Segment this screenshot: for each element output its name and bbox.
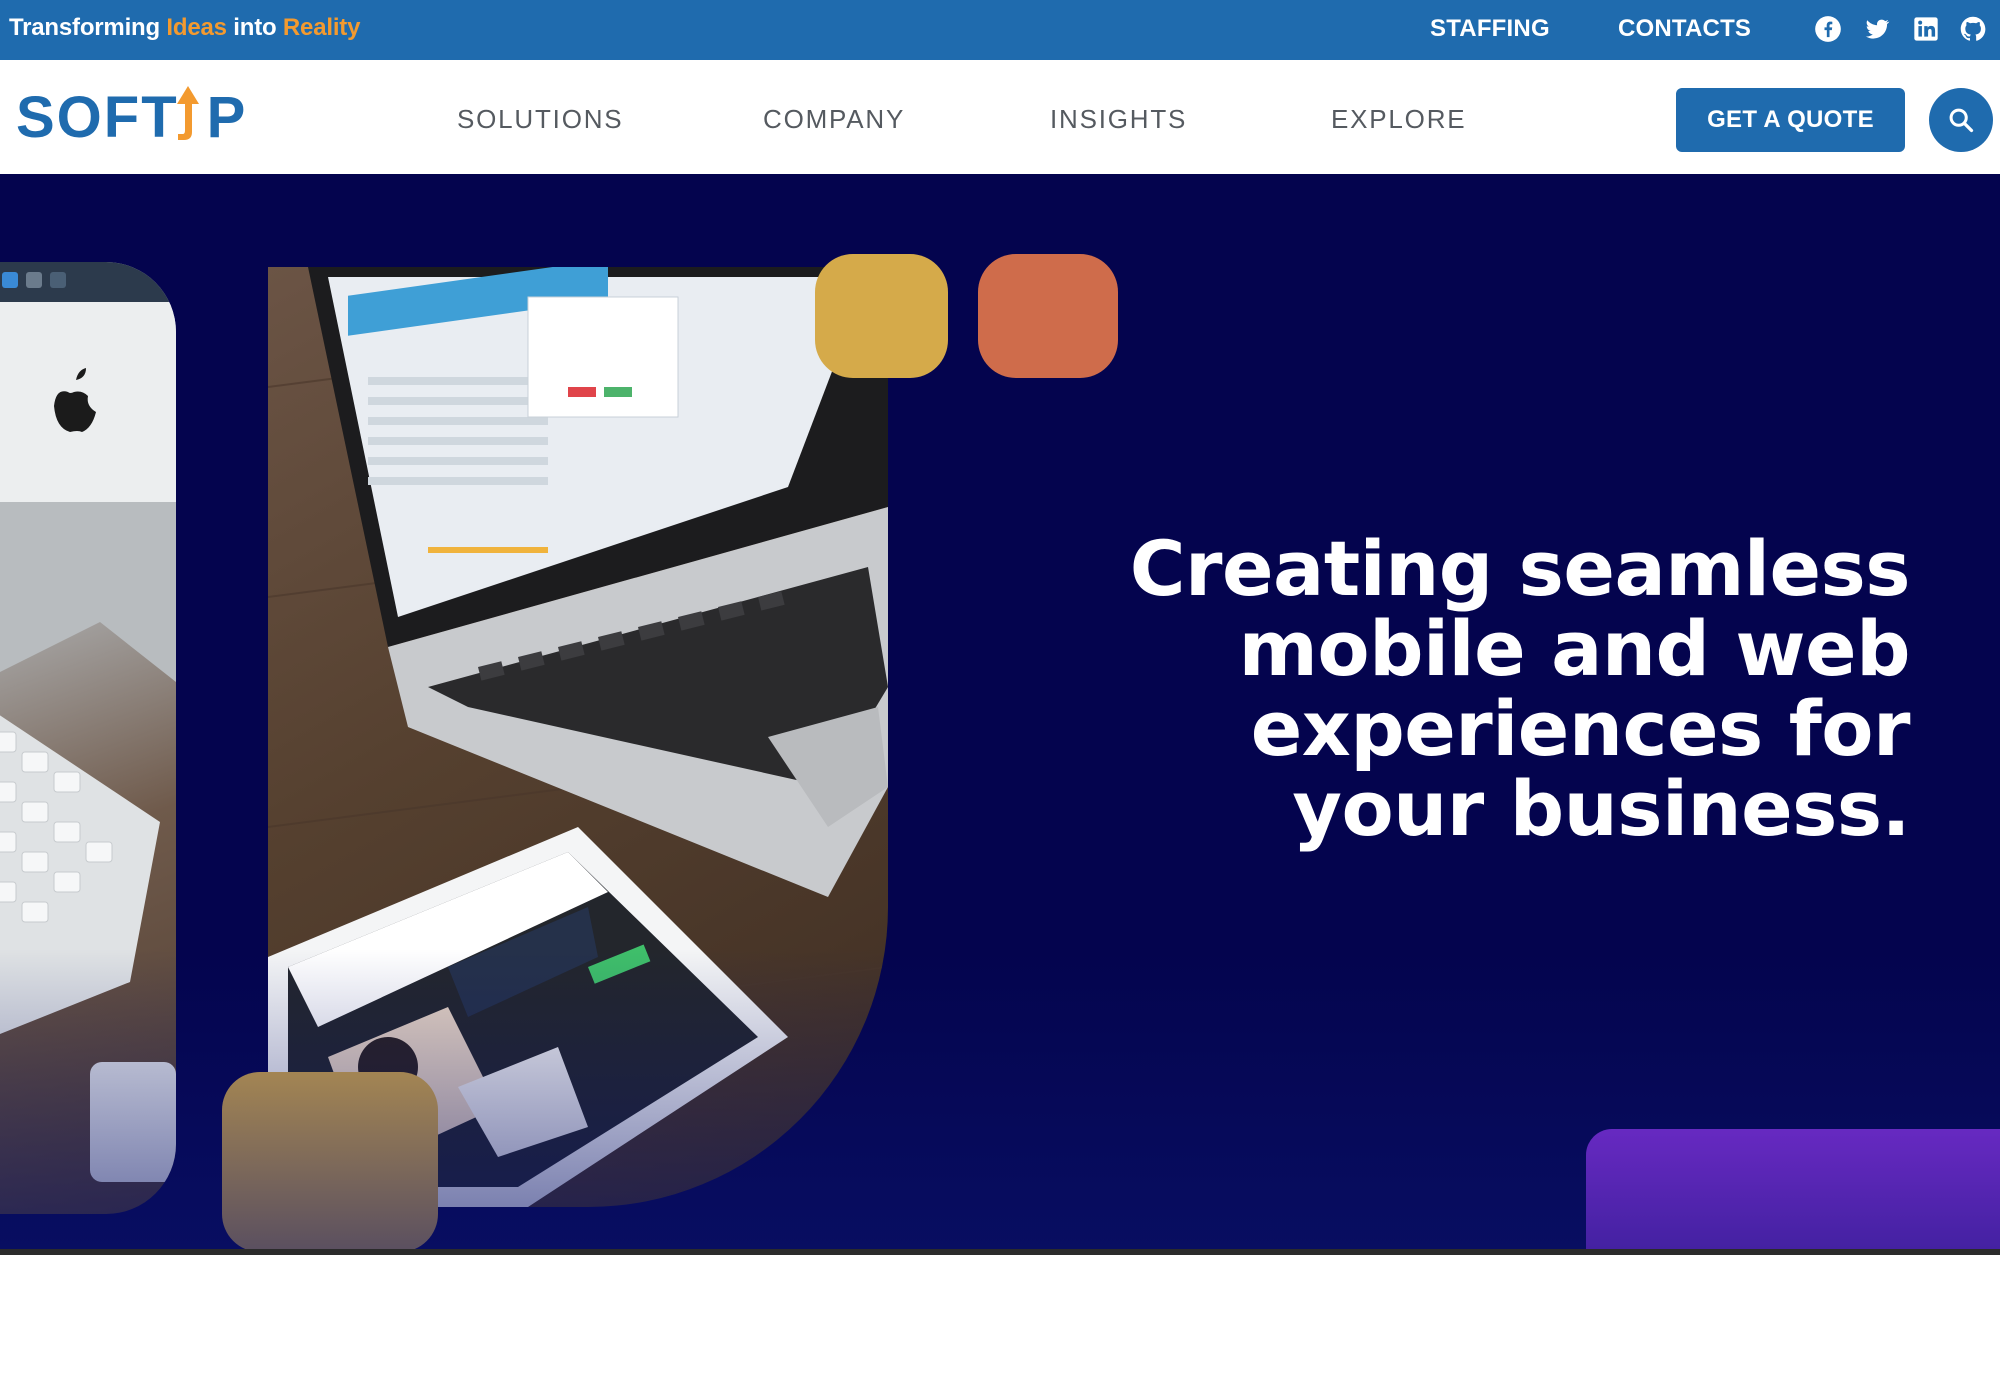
logo-wordmark: SOFT P: [16, 85, 248, 150]
main-header: SOFT P SOLUTIONS COMPANY INSIGHTS EXPLORE…: [0, 60, 2000, 174]
facebook-icon[interactable]: [1814, 15, 1842, 43]
search-icon: [1949, 108, 1974, 133]
decorative-shape-gold-bottom: [222, 1072, 438, 1249]
nav-solutions[interactable]: SOLUTIONS: [457, 104, 623, 135]
tagline-highlight-ideas: Ideas: [166, 14, 227, 41]
search-button[interactable]: [1929, 88, 1993, 152]
get-a-quote-button[interactable]: GET A QUOTE: [1676, 88, 1905, 152]
decorative-shape-gold: [815, 254, 948, 378]
nav-insights[interactable]: INSIGHTS: [1050, 104, 1187, 135]
linkedin-icon[interactable]: [1912, 15, 1940, 43]
hero-image-laptop-tablet: [268, 267, 888, 1207]
decorative-shape-orange: [978, 254, 1118, 378]
top-bar: Transforming Ideas into Reality STAFFING…: [0, 0, 2000, 60]
hero-bottom-divider: [0, 1249, 2000, 1255]
tagline: Transforming Ideas into Reality: [9, 14, 360, 42]
twitter-icon[interactable]: [1863, 15, 1891, 43]
hero-image-imac: [0, 262, 176, 1214]
nav-company[interactable]: COMPANY: [763, 104, 905, 135]
tagline-text-into: into: [226, 14, 283, 41]
nav-explore[interactable]: EXPLORE: [1331, 104, 1466, 135]
hero-section: Creating seamless mobile and web experie…: [0, 174, 2000, 1249]
decorative-shape-purple: [1586, 1129, 2000, 1249]
logo-arrow-icon: [177, 86, 199, 140]
softup-logo[interactable]: SOFT P: [16, 82, 245, 152]
tagline-highlight-reality: Reality: [282, 14, 361, 41]
hero-headline: Creating seamless mobile and web experie…: [1129, 524, 1911, 853]
contacts-link[interactable]: CONTACTS: [1618, 15, 1751, 43]
staffing-link[interactable]: STAFFING: [1430, 15, 1550, 43]
github-icon[interactable]: [1959, 15, 1987, 43]
tagline-text: Transforming: [9, 14, 167, 41]
